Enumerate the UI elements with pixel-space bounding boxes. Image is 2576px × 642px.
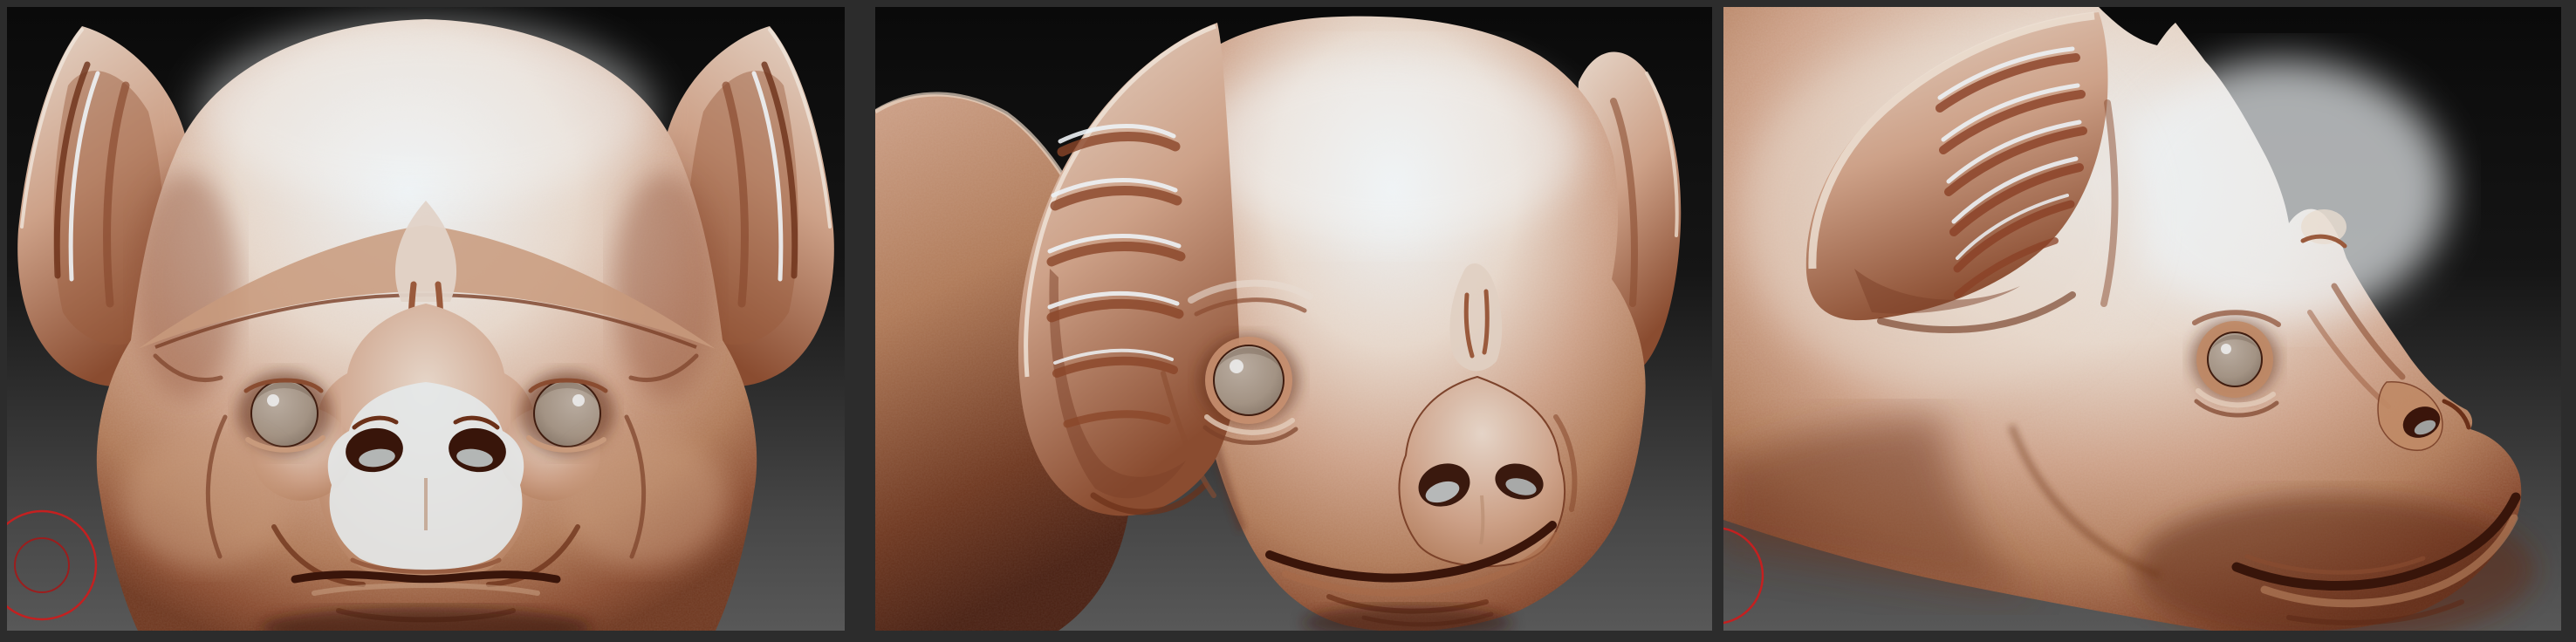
eye-highlight <box>2221 344 2231 354</box>
eyeball <box>1214 345 1284 415</box>
viewport-panel-profile[interactable] <box>1723 7 2561 631</box>
philtrum-line <box>1481 495 1483 544</box>
viewport-panel-front[interactable] <box>7 7 845 631</box>
dome-highlight <box>199 20 653 203</box>
front-view-canvas[interactable] <box>7 7 845 631</box>
three-quarter-view-canvas[interactable] <box>875 7 1712 631</box>
window-frame <box>0 0 2576 642</box>
dome-highlight <box>1198 51 1582 242</box>
eyeball <box>251 380 318 447</box>
eye-highlight <box>1230 359 1243 373</box>
viewport-panel-three-quarter[interactable] <box>875 7 1712 631</box>
temple-shadow <box>613 173 718 400</box>
dome-highlight <box>2116 59 2448 321</box>
bat-head-three-quarter-sculpt <box>875 17 1681 631</box>
profile-view-canvas[interactable] <box>1723 7 2561 631</box>
eye-highlight <box>267 394 279 406</box>
temple-shadow <box>134 173 238 400</box>
eyeball <box>2208 332 2262 386</box>
bat-head-front-sculpt <box>17 19 834 631</box>
